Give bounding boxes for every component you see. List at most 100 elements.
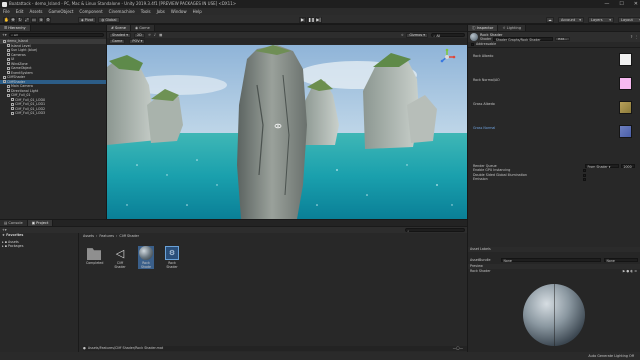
scale-tool-icon[interactable]: ⤢ — [24, 16, 30, 23]
minimize-button[interactable]: — — [604, 1, 609, 7]
favorites-row[interactable]: ★ Favorites — [0, 233, 78, 238]
hierarchy-item-label: Cliff_Full_01_LOD0 — [15, 97, 46, 102]
help-icon[interactable]: ? — [631, 35, 633, 39]
pause-icon[interactable]: ❚❚ — [307, 16, 315, 23]
settings-icon[interactable]: ⋮ — [635, 35, 639, 39]
rotate-tool-icon[interactable]: ↻ — [17, 16, 23, 23]
game-view-dropdown[interactable]: Game — [109, 38, 126, 44]
draw-mode-dropdown[interactable]: Shaded ▾ — [109, 32, 131, 38]
scene-viewport[interactable] — [107, 45, 467, 219]
rock-normal-texture[interactable] — [619, 76, 632, 90]
menu-gameobject[interactable]: GameObject — [48, 9, 73, 14]
camera-icon[interactable]: ⌾ — [401, 33, 403, 37]
rock-albedo-texture[interactable] — [619, 52, 632, 66]
edit-shader-button[interactable]: Edit... — [555, 37, 570, 41]
2d-toggle[interactable]: 2D — [133, 32, 145, 38]
menu-tools[interactable]: Tools — [141, 9, 151, 14]
asset-item[interactable]: Completed — [86, 246, 103, 265]
scene-search-input[interactable]: ⌕ All — [431, 33, 465, 38]
inspector-tab-label: Inspector — [476, 26, 494, 30]
addressable-checkbox[interactable] — [471, 42, 474, 46]
menu-window[interactable]: Window — [171, 9, 187, 14]
asset-labels-header: Asset Labels — [468, 247, 640, 252]
pivot-group: ◈ Pivot ◍ Global — [78, 16, 120, 23]
zoom-slider-icon[interactable]: —◯— — [453, 346, 463, 351]
double-sided-gi-checkbox[interactable] — [583, 173, 586, 177]
hierarchy-item[interactable]: Cliff_Full_01_LOD3 — [0, 111, 106, 116]
transform-tool-icon[interactable]: ⊕ — [38, 16, 44, 23]
tab-console[interactable]: ▤ Console — [0, 220, 28, 226]
menu-jobs[interactable]: Jobs — [157, 9, 165, 14]
asset-item[interactable]: ⚙ Rock Shader — [164, 246, 180, 269]
play-icon[interactable]: ▶ — [299, 16, 306, 23]
asset-label: Rock Shade — [141, 261, 151, 269]
step-icon[interactable]: ▶| — [315, 16, 322, 23]
asset-item-selected[interactable]: Rock Shade — [138, 246, 154, 269]
create-plus-icon[interactable]: +▾ — [2, 228, 7, 232]
expand-arrow-icon: ▸ — [2, 239, 4, 244]
global-toggle[interactable]: ◍ Global — [98, 16, 120, 23]
breadcrumb-assets[interactable]: Assets — [83, 234, 94, 238]
menu-edit[interactable]: Edit — [16, 9, 24, 14]
breadcrumb-cliff-shader[interactable]: Cliff Shader — [119, 234, 139, 238]
pivot-toggle[interactable]: ◈ Pivot — [78, 16, 97, 23]
rock-albedo-label: Rock Albedo — [473, 53, 494, 58]
hierarchy-item-label: Island Level — [11, 43, 31, 48]
collab-cloud-icon[interactable]: ☁ — [546, 16, 554, 23]
rect-tool-icon[interactable]: ▭ — [31, 16, 37, 23]
menu-cinemachine[interactable]: Cinemachine — [109, 9, 135, 14]
pov-dropdown[interactable]: POV ▾ — [129, 38, 146, 44]
maximize-button[interactable]: ☐ — [619, 1, 623, 7]
menu-file[interactable]: File — [3, 9, 10, 14]
game-view-label: Game — [112, 39, 123, 43]
render-queue-input[interactable]: 2000 — [621, 163, 635, 169]
gizmos-dropdown[interactable]: Gizmos ▾ — [406, 32, 428, 38]
preview-play-icon[interactable]: ▶ ● ◐ ≡ — [623, 269, 637, 274]
hierarchy-tab-label: Hierarchy — [8, 26, 26, 30]
assetbundle-variant-dropdown[interactable]: None — [604, 257, 638, 263]
tab-scene[interactable]: # Scene — [107, 25, 131, 31]
grass-albedo-texture[interactable] — [619, 100, 632, 114]
move-tool-icon[interactable]: ✥ — [10, 16, 16, 23]
tab-lighting[interactable]: ☼ Lighting — [498, 25, 527, 31]
project-search-input[interactable]: ⌕ — [405, 228, 465, 233]
packages-row[interactable]: ▸ ▪ Packages — [0, 244, 78, 249]
gameobject-icon — [3, 80, 6, 83]
texture-properties: Rock Albedo Rock Normal/AO Grass Albedo … — [468, 48, 640, 140]
account-dropdown[interactable]: Account ▾ — [558, 16, 584, 23]
breadcrumb-features[interactable]: Features — [99, 234, 114, 238]
gameobject-icon — [7, 66, 10, 70]
shader-dropdown[interactable]: Shader Graphs/Rock Shader — [493, 37, 554, 42]
layers-dropdown[interactable]: Layers ▾ — [588, 16, 614, 23]
grass-normal-label: Grass Normal — [473, 125, 496, 130]
layout-dropdown[interactable]: Layout▾ — [618, 16, 640, 23]
add-plus-icon[interactable]: +▾ — [2, 33, 7, 37]
menu-assets[interactable]: Assets — [29, 9, 42, 14]
hand-tool-icon[interactable]: ✋ — [3, 16, 9, 23]
menu-help[interactable]: Help — [193, 9, 202, 14]
preview-sphere-seam — [554, 284, 555, 346]
gpu-instancing-checkbox[interactable] — [583, 168, 586, 172]
emission-checkbox[interactable] — [583, 178, 586, 182]
asset-item[interactable]: ◁ Cliff Shader — [112, 246, 128, 270]
tab-hierarchy[interactable]: ☰ Hierarchy — [0, 25, 31, 31]
assetbundle-dropdown[interactable]: None — [501, 257, 601, 263]
hierarchy-item-label: Cameras — [11, 52, 26, 57]
tab-inspector[interactable]: ⓘ Inspector — [468, 25, 499, 31]
tab-game[interactable]: ◉ Game — [130, 25, 155, 31]
close-button[interactable]: ✕ — [634, 1, 638, 7]
effects-toggle-icon[interactable]: ▦ — [159, 33, 162, 37]
material-sphere-icon — [139, 246, 153, 260]
status-bar: Auto Generate Lighting Off — [0, 352, 640, 360]
audio-toggle-icon[interactable]: ♪ — [154, 33, 156, 37]
lighting-toggle-icon[interactable]: ☼ — [148, 33, 151, 37]
grass-normal-texture[interactable] — [619, 124, 632, 138]
favorites-label: Favorites — [6, 233, 24, 237]
render-queue-dropdown[interactable]: From Shader ▾ — [585, 163, 619, 169]
material-small-icon: ● — [83, 346, 86, 350]
menu-component[interactable]: Component — [79, 9, 102, 14]
hierarchy-search-input[interactable]: ⌕ All — [8, 33, 104, 37]
custom-tool-icon[interactable]: ⚙ — [45, 16, 51, 23]
hierarchy-item-label: Cliff_Full_01_LOD2 — [15, 106, 46, 111]
tab-project[interactable]: ▣ Project — [27, 220, 54, 226]
